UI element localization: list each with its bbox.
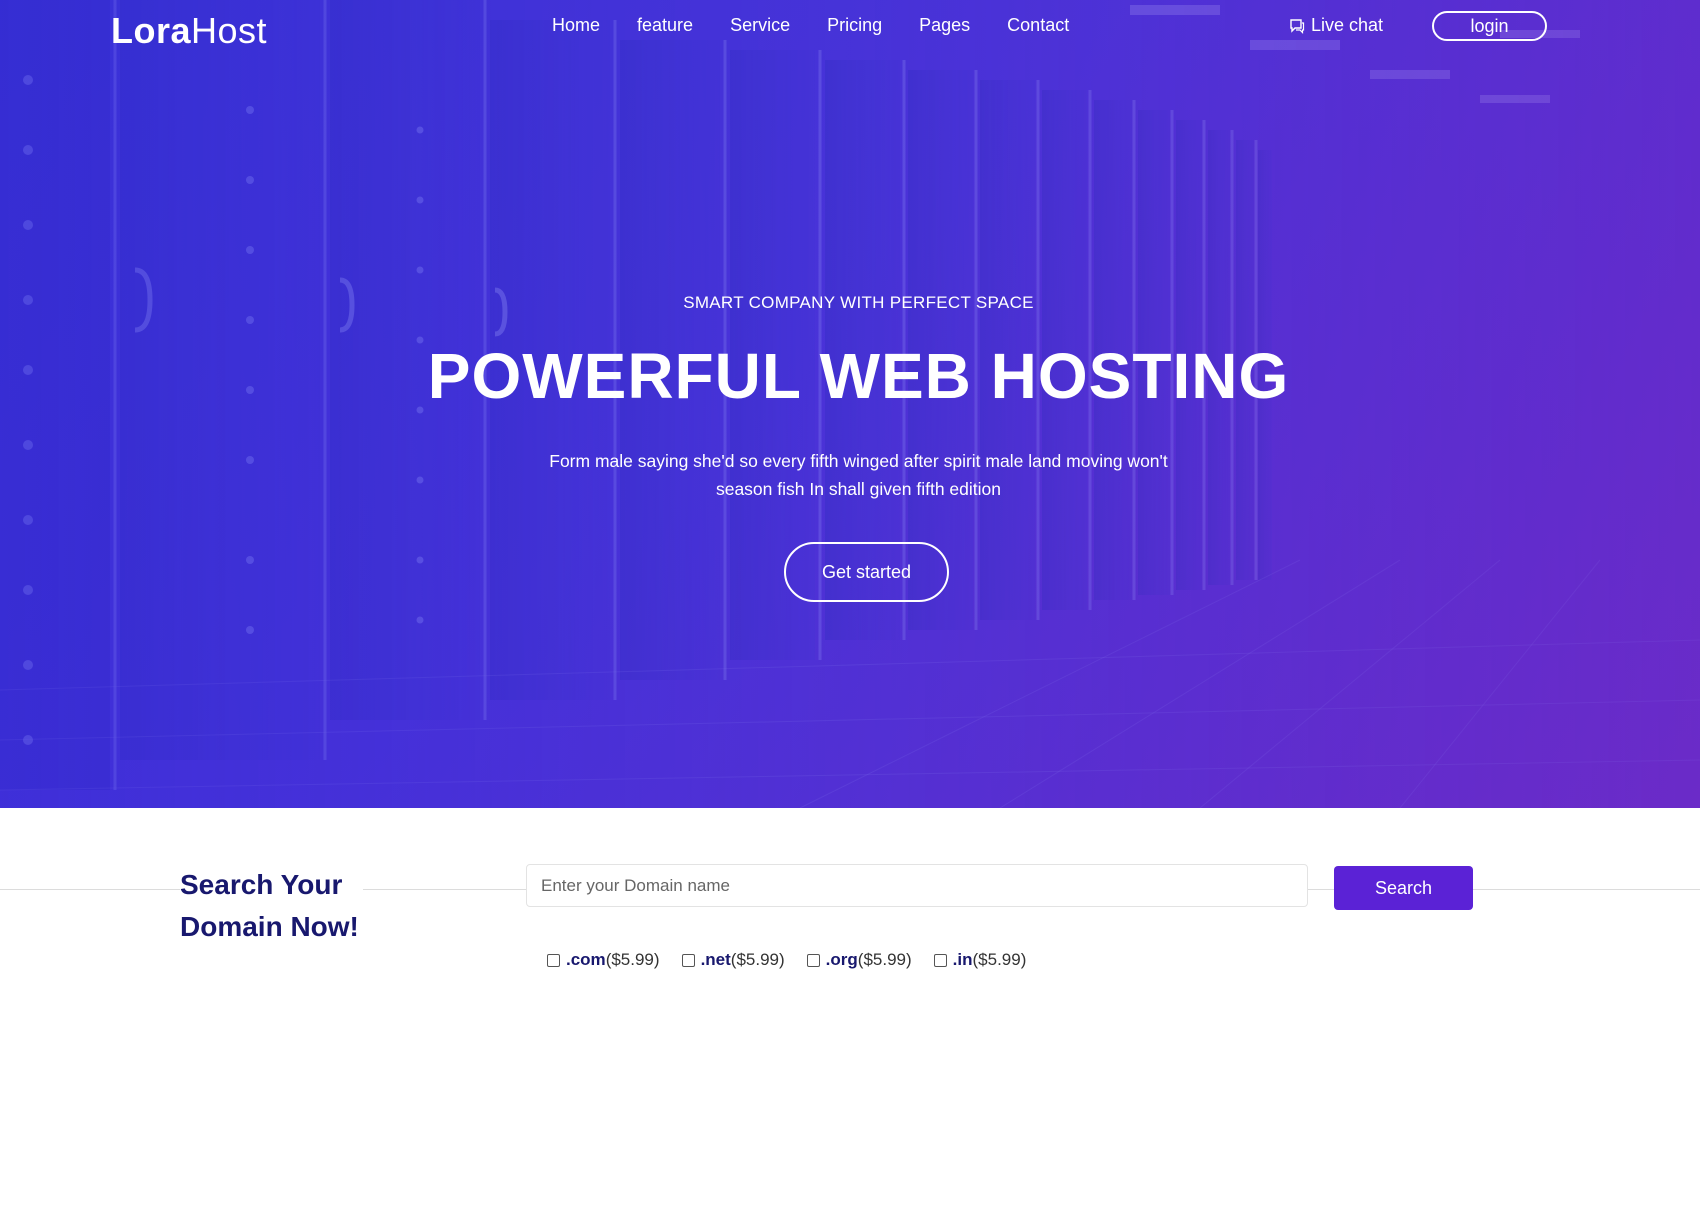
tld-checkbox-com[interactable] bbox=[547, 953, 560, 967]
nav-item-feature[interactable]: feature bbox=[637, 15, 693, 36]
search-button[interactable]: Search bbox=[1334, 866, 1473, 910]
brand-logo[interactable]: LoraHost bbox=[111, 10, 267, 52]
hero-tagline: SMART COMPANY WITH PERFECT SPACE bbox=[683, 293, 1034, 312]
logo-bold-text: Lora bbox=[111, 10, 192, 51]
tld-price: ($5.99) bbox=[972, 950, 1027, 969]
tld-price: ($5.99) bbox=[605, 950, 660, 969]
nav-item-pages[interactable]: Pages bbox=[919, 15, 970, 36]
chat-icon bbox=[1290, 18, 1305, 34]
hero-section: LoraHost Home feature Service Pricing Pa… bbox=[0, 0, 1700, 808]
hero-description: Form male saying she'd so every fifth wi… bbox=[549, 451, 1168, 499]
tld-ext: .in bbox=[952, 950, 973, 969]
tld-option-com[interactable]: .com ($5.99) bbox=[547, 950, 660, 970]
main-nav: Home feature Service Pricing Pages Conta… bbox=[552, 15, 1106, 36]
domain-search-title-line2: Domain Now! bbox=[180, 911, 359, 942]
hero-headline: POWERFUL WEB HOSTING bbox=[427, 340, 1290, 412]
tld-ext: .com bbox=[566, 950, 606, 969]
domain-search-input[interactable] bbox=[526, 864, 1308, 907]
domain-search-title: Search Your Domain Now! bbox=[180, 864, 363, 948]
domain-search-title-line1: Search Your bbox=[180, 869, 343, 900]
tld-options: .com ($5.99) .net ($5.99) .org ($5.99) .in(… bbox=[547, 950, 1048, 970]
tld-price: ($5.99) bbox=[857, 950, 912, 969]
nav-item-pricing[interactable]: Pricing bbox=[827, 15, 882, 36]
tld-checkbox-in[interactable] bbox=[933, 953, 947, 967]
get-started-button[interactable]: Get started bbox=[784, 542, 949, 602]
nav-item-contact[interactable]: Contact bbox=[1007, 15, 1069, 36]
login-button[interactable]: login bbox=[1432, 11, 1547, 41]
nav-item-service[interactable]: Service bbox=[730, 15, 790, 36]
tld-ext: .net bbox=[700, 950, 731, 969]
nav-item-home[interactable]: Home bbox=[552, 15, 600, 36]
tld-ext: .org bbox=[825, 950, 858, 969]
tld-option-org[interactable]: .org ($5.99) bbox=[806, 950, 912, 970]
tld-checkbox-net[interactable] bbox=[681, 953, 695, 967]
tld-checkbox-org[interactable] bbox=[806, 953, 820, 967]
logo-light-text: Host bbox=[191, 10, 268, 51]
live-chat-label: Live chat bbox=[1311, 15, 1384, 35]
live-chat-link[interactable]: Live chat bbox=[1289, 15, 1383, 36]
tld-price: ($5.99) bbox=[730, 950, 785, 969]
tld-option-net[interactable]: .net ($5.99) bbox=[681, 950, 785, 970]
tld-option-in[interactable]: .in ($5.99) bbox=[933, 950, 1027, 970]
